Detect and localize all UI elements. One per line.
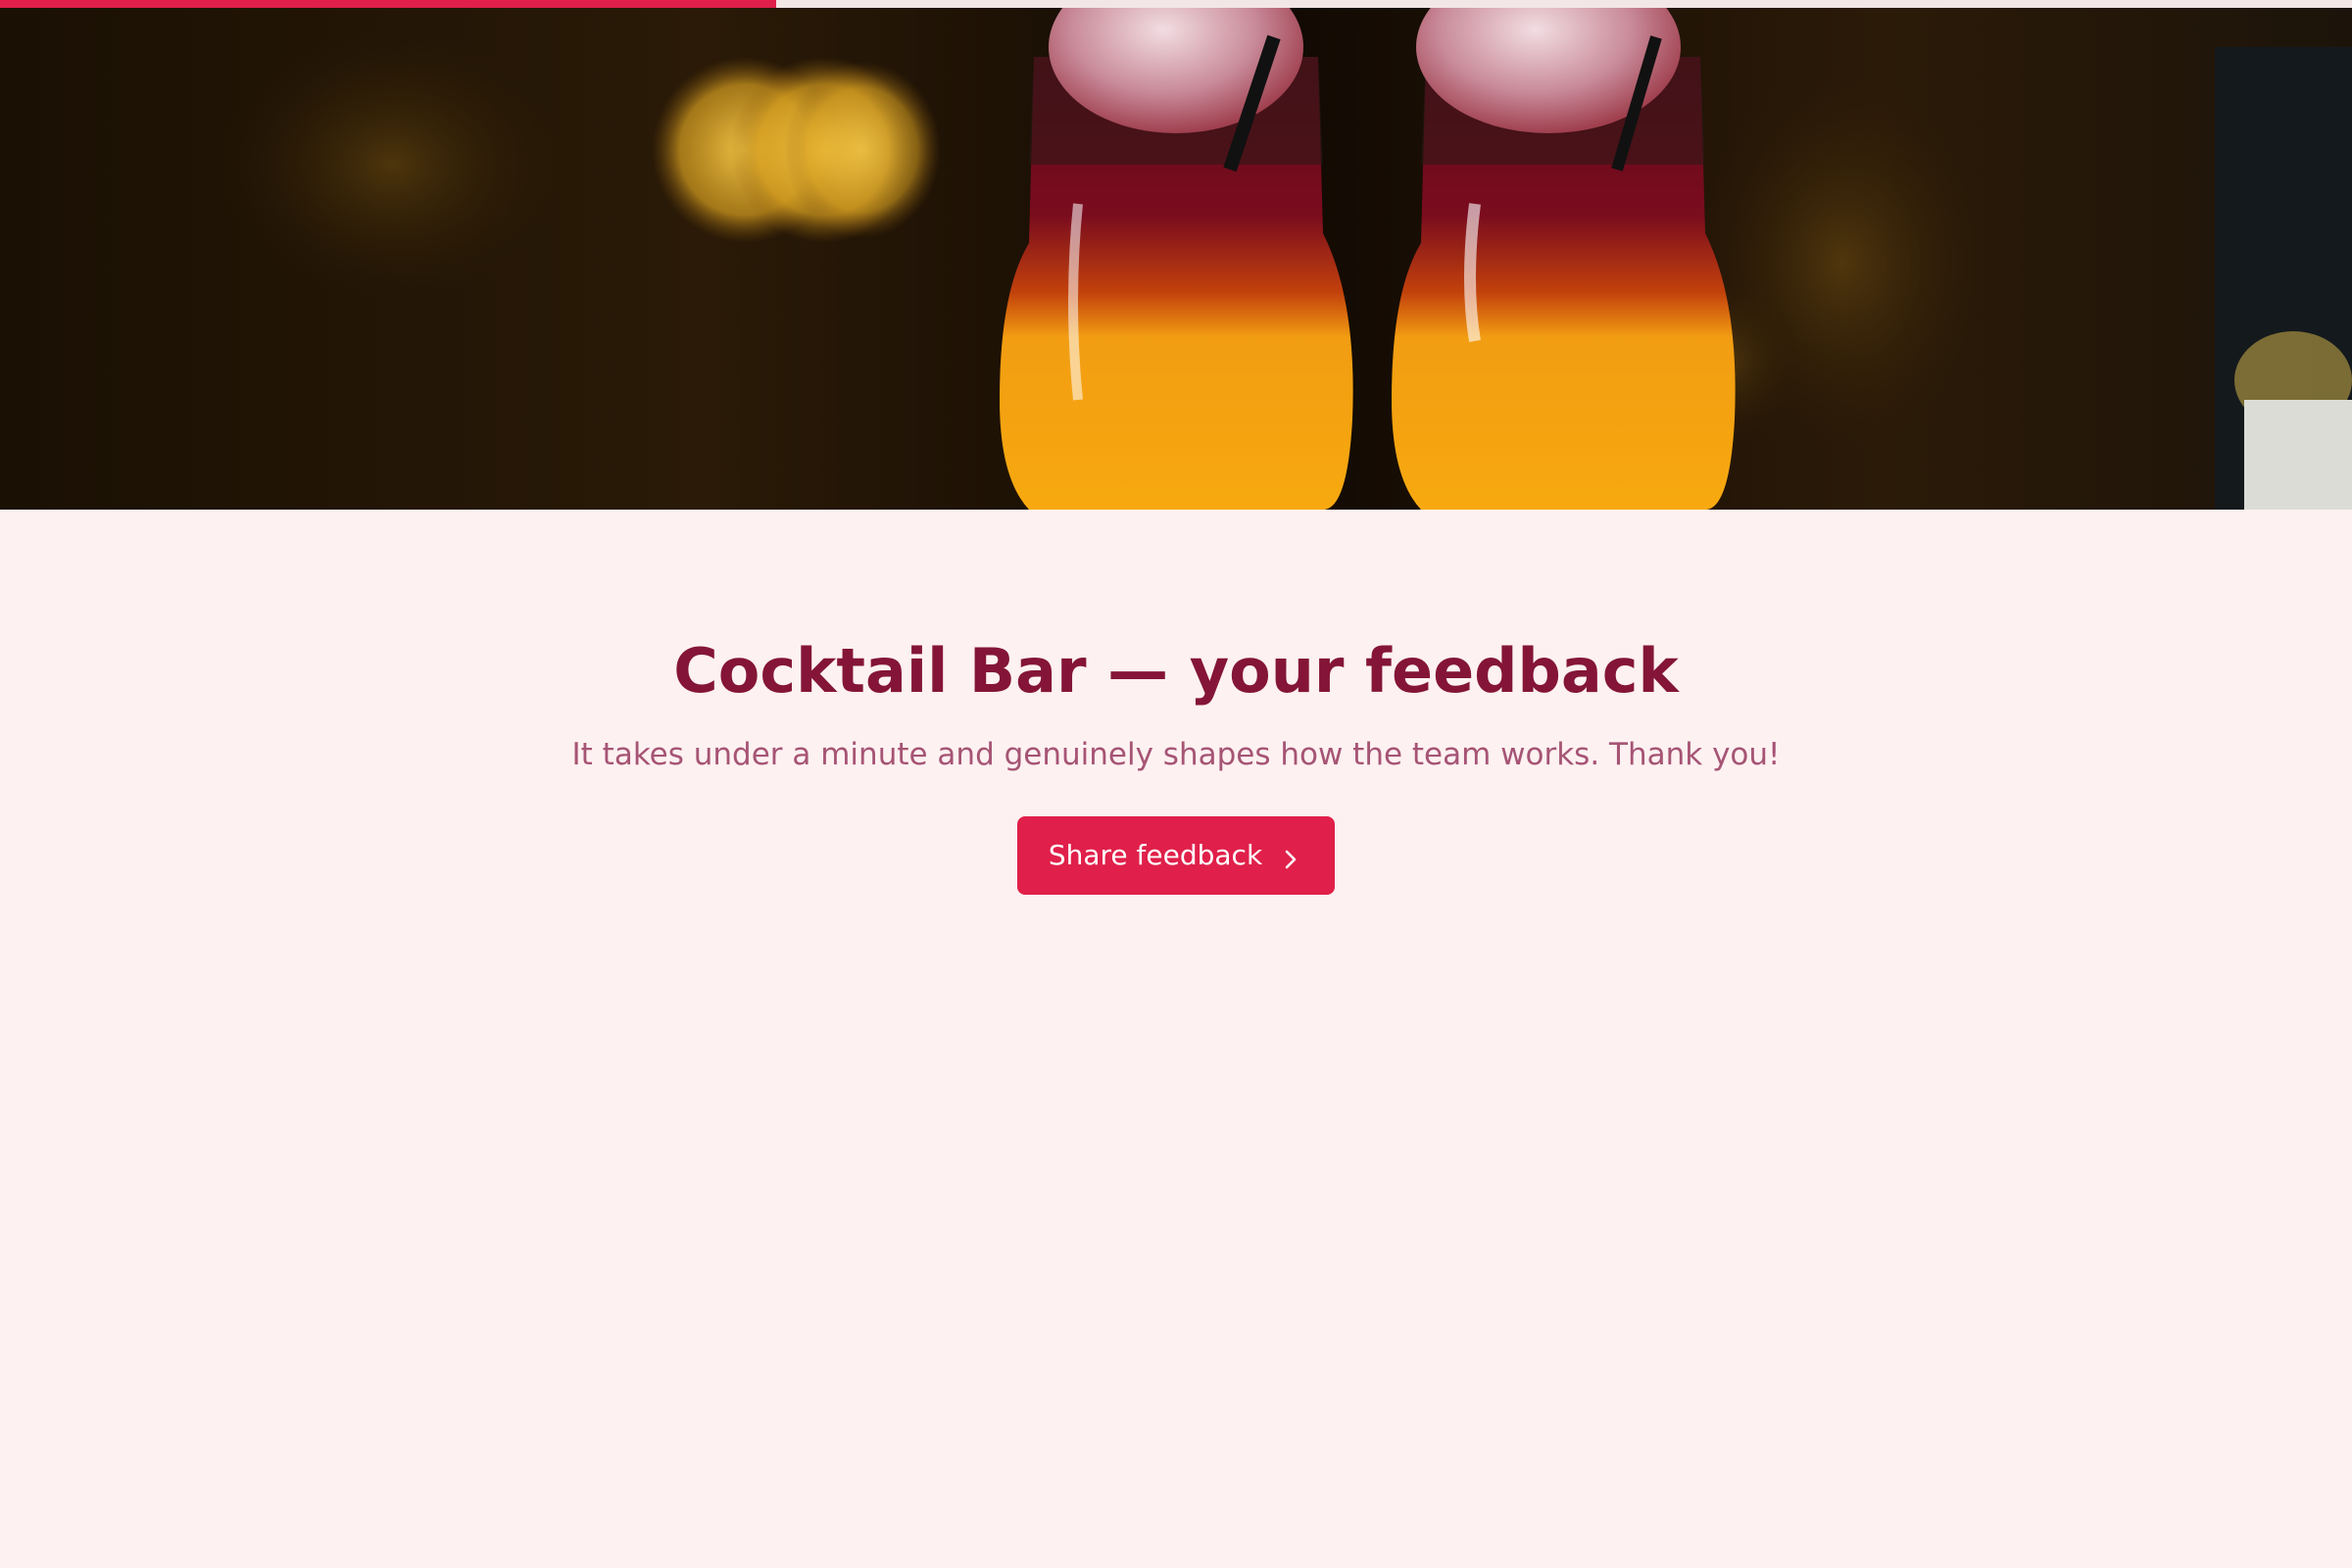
share-feedback-label: Share feedback xyxy=(1048,839,1263,872)
page-title: Cocktail Bar — your feedback xyxy=(673,635,1679,707)
hero-image xyxy=(0,8,2352,510)
main-content: Cocktail Bar — your feedback It takes un… xyxy=(0,510,2352,895)
share-feedback-button[interactable]: Share feedback xyxy=(1016,815,1336,895)
progress-bar xyxy=(0,0,2352,8)
chevron-right-icon xyxy=(1280,845,1301,868)
progress-bar-fill xyxy=(0,0,776,8)
page-subtitle: It takes under a minute and genuinely sh… xyxy=(571,737,1781,773)
